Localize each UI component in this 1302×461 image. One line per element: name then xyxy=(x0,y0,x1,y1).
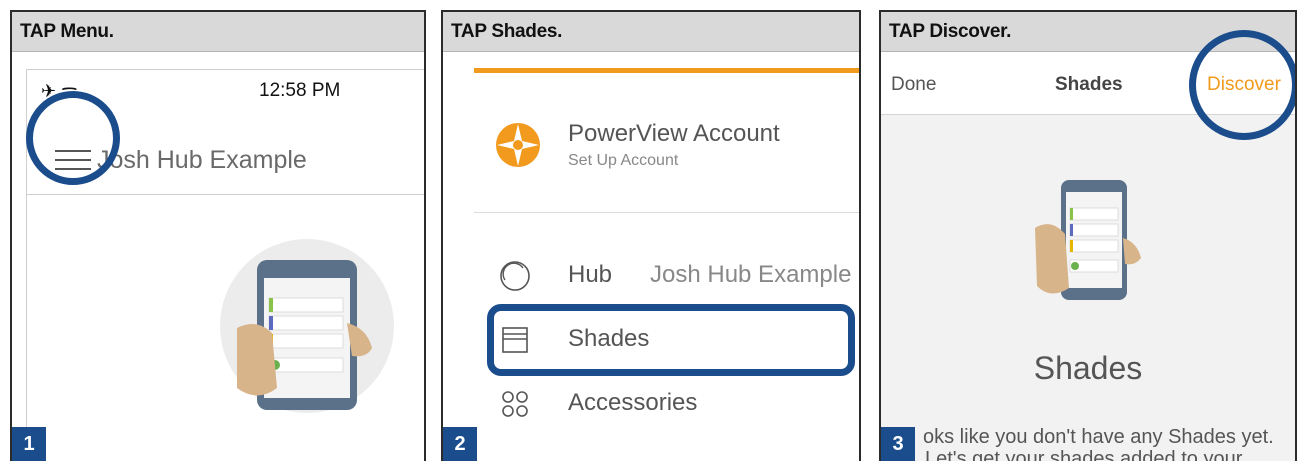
divider xyxy=(474,212,859,213)
orange-accent-line xyxy=(474,68,859,73)
panel-header: TAP Menu. xyxy=(12,12,424,52)
powerview-logo-icon xyxy=(496,123,540,167)
step-number: 3 xyxy=(881,427,915,461)
hub-circle-icon xyxy=(500,261,530,291)
step-panel-2: TAP Shades. PowerView Account Set Up Acc… xyxy=(441,10,861,461)
step-panel-3: TAP Discover. Done Shades Discover Shade… xyxy=(879,10,1297,461)
step-panel-1: TAP Menu. ✈ ᯤ 12:58 PM Josh Hub Example … xyxy=(10,10,426,461)
panel-header-text: TAP Discover. xyxy=(889,21,1012,42)
highlight-circle xyxy=(1189,30,1295,140)
highlight-circle xyxy=(26,91,120,185)
panel-header: TAP Shades. xyxy=(443,12,859,52)
nav-title: Shades xyxy=(1055,74,1123,95)
empty-state-message: oks like you don't have any Shades yet. … xyxy=(923,426,1295,461)
status-time: 12:58 PM xyxy=(259,80,341,101)
account-title[interactable]: PowerView Account xyxy=(568,120,780,148)
empty-state-title: Shades xyxy=(1033,350,1143,386)
menu-item-accessories[interactable]: Accessories xyxy=(568,389,697,417)
empty-state-message-line: oks like you don't have any Shades yet. xyxy=(923,426,1274,448)
empty-state-message-line: Let's get your shades added to your xyxy=(925,448,1243,461)
done-button[interactable]: Done xyxy=(891,74,936,96)
hub-name-value: Josh Hub Example xyxy=(650,261,852,288)
step-number: 1 xyxy=(12,427,46,461)
menu-item-hub[interactable]: Hub xyxy=(568,261,612,289)
panel-header-text: TAP Shades. xyxy=(451,21,563,42)
account-subtitle: Set Up Account xyxy=(568,152,679,169)
phone-hand-illustration xyxy=(220,239,394,413)
hub-title: Josh Hub Example xyxy=(97,146,307,174)
highlight-rectangle xyxy=(487,304,855,376)
panel-header-text: TAP Menu. xyxy=(20,21,114,42)
accessories-icon xyxy=(502,391,528,417)
step-number: 2 xyxy=(443,427,477,461)
phone-hand-illustration xyxy=(1035,180,1141,300)
